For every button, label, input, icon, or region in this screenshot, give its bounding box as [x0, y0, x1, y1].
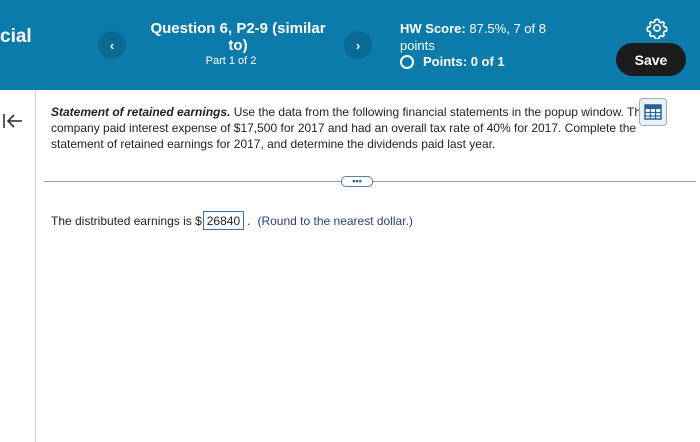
- app-title: cial: [0, 26, 32, 47]
- rounding-hint: (Round to the nearest dollar.): [257, 213, 413, 228]
- previous-question-button[interactable]: ‹: [98, 31, 126, 59]
- top-bar: cial ‹ Question 6, P2-9 (similar to) Par…: [0, 0, 700, 90]
- distributed-earnings-input[interactable]: 26840: [202, 211, 245, 230]
- problem-statement: Statement of retained earnings. Use the …: [51, 104, 681, 152]
- answer-line: The distributed earnings is $ 26840 . (R…: [51, 211, 413, 230]
- save-button[interactable]: Save: [616, 43, 686, 76]
- next-question-button[interactable]: ›: [344, 31, 372, 59]
- gear-icon[interactable]: [646, 17, 668, 39]
- question-part: Part 1 of 2: [205, 55, 257, 67]
- data-table-button[interactable]: [639, 98, 667, 126]
- points-label: Points:: [423, 54, 468, 69]
- more-button[interactable]: •••: [341, 176, 373, 187]
- points-value: 0 of 1: [470, 54, 505, 69]
- sidebar-divider: [35, 90, 36, 442]
- problem-lead: Statement of retained earnings.: [51, 105, 231, 119]
- answer-prefix: The distributed earnings is $: [51, 213, 202, 228]
- points-status: Points: 0 of 1: [400, 54, 505, 69]
- collapse-sidebar-icon[interactable]: [2, 112, 24, 130]
- answer-suffix: .: [247, 213, 251, 228]
- table-icon: [644, 104, 662, 120]
- circle-icon: [400, 54, 414, 69]
- question-title: Question 6, P2-9 (similar to): [150, 20, 326, 54]
- hw-score-label: HW Score:: [400, 21, 466, 36]
- hw-score: HW Score: 87.5%, 7 of 8 points: [400, 20, 580, 54]
